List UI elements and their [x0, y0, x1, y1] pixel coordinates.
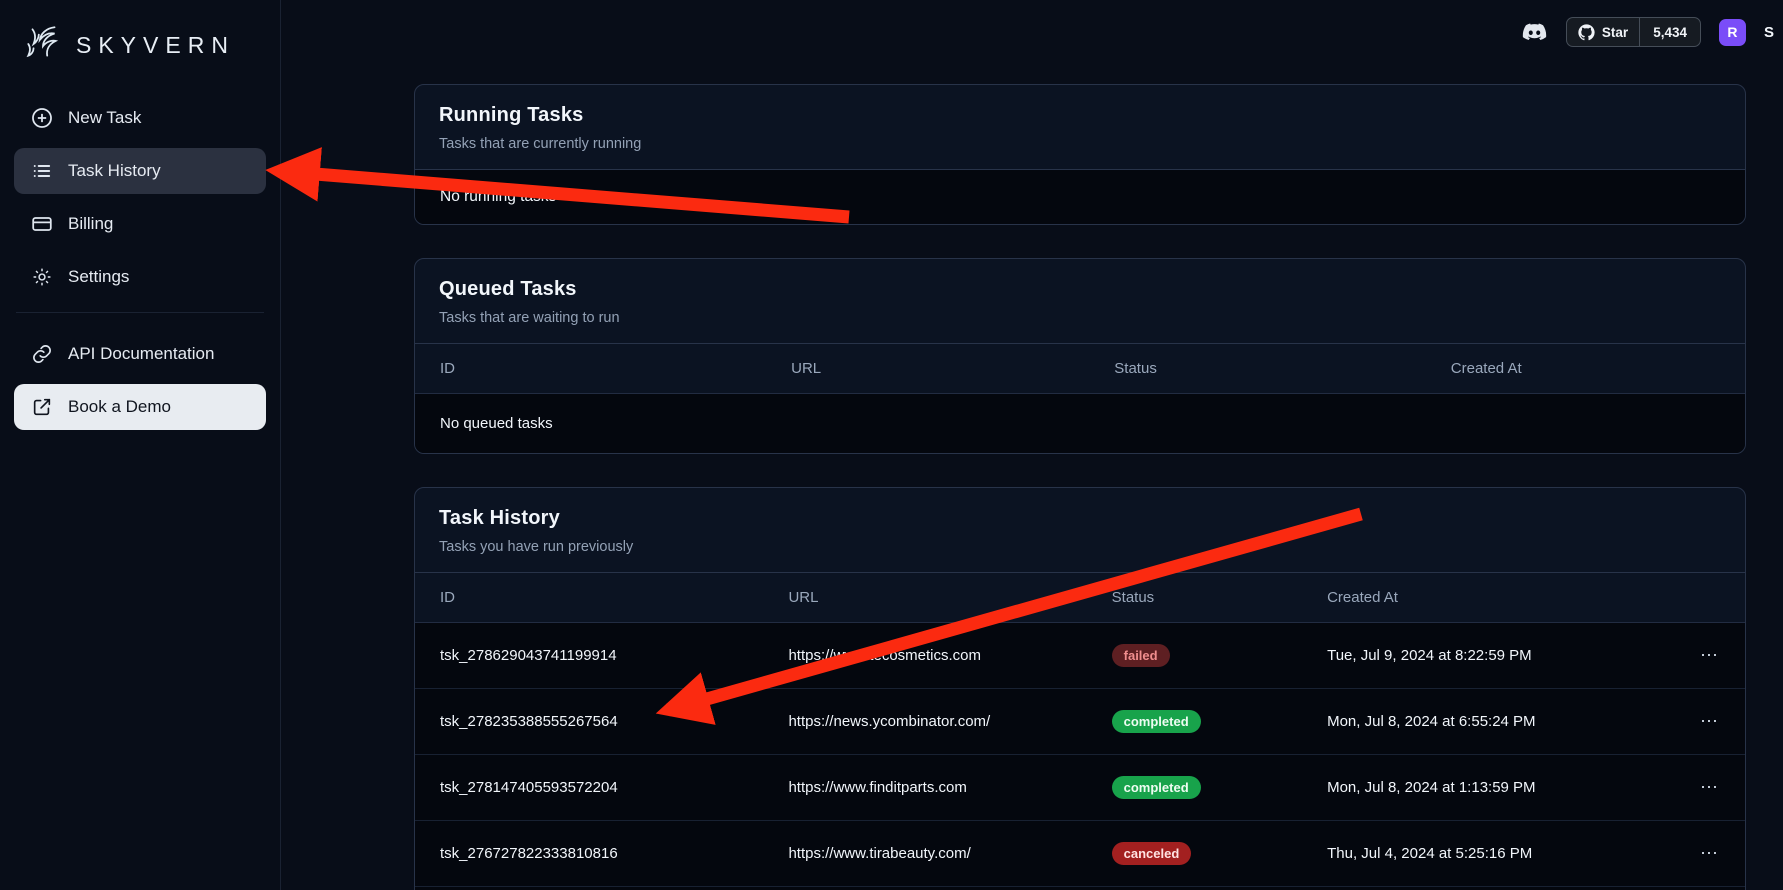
task-history-card: Task History Tasks you have run previous…	[414, 487, 1746, 890]
sidebar: SKYVERN New Task Task History Billing	[0, 0, 281, 890]
task-row[interactable]: tsk_278235388555267564 https://news.ycom…	[415, 689, 1745, 755]
task-row[interactable]: tsk_276727822333810816 https://www.tirab…	[415, 821, 1745, 887]
sidebar-item-book-a-demo[interactable]: Book a Demo	[14, 384, 266, 430]
task-history-header: Task History Tasks you have run previous…	[415, 488, 1745, 573]
sidebar-item-label: Task History	[68, 161, 161, 181]
queued-tasks-table: ID URL Status Created At No queued tasks	[415, 344, 1745, 453]
logo[interactable]: SKYVERN	[14, 16, 266, 95]
credit-card-icon	[31, 213, 53, 235]
logo-text: SKYVERN	[76, 32, 235, 59]
task-created-at: Tue, Jul 9, 2024 at 8:22:59 PM	[1302, 623, 1658, 689]
card-subtitle: Tasks that are waiting to run	[439, 310, 1721, 326]
user-name-partial: S	[1764, 24, 1774, 41]
queued-tasks-header: Queued Tasks Tasks that are waiting to r…	[415, 259, 1745, 344]
sidebar-item-label: Billing	[68, 214, 113, 234]
task-row[interactable]: tsk_278147405593572204 https://www.findi…	[415, 755, 1745, 821]
task-url: https://news.ycombinator.com/	[763, 689, 1086, 755]
queued-tasks-card: Queued Tasks Tasks that are waiting to r…	[414, 258, 1746, 454]
column-header-url: URL	[763, 573, 1086, 623]
row-actions-button[interactable]: ⋯	[1700, 711, 1720, 732]
running-tasks-header: Running Tasks Tasks that are currently r…	[415, 85, 1745, 170]
sidebar-divider	[16, 312, 264, 313]
sidebar-item-label: Book a Demo	[68, 397, 171, 417]
task-id: tsk_276727822333810816	[415, 821, 763, 887]
row-actions-button[interactable]: ⋯	[1700, 645, 1720, 666]
card-title: Queued Tasks	[439, 278, 1721, 301]
task-id: tsk_278235388555267564	[415, 689, 763, 755]
task-url: https://www.geico.com	[763, 887, 1086, 890]
task-id: tsk_274180139292204058	[415, 887, 763, 890]
sidebar-item-task-history[interactable]: Task History	[14, 148, 266, 194]
task-id: tsk_278147405593572204	[415, 755, 763, 821]
queued-tasks-empty-row: No queued tasks	[415, 394, 1745, 454]
queued-tasks-empty-message: No queued tasks	[415, 394, 1745, 454]
task-id: tsk_278629043741199914	[415, 623, 763, 689]
running-tasks-empty-message: No running tasks	[415, 170, 1745, 224]
column-header-actions	[1659, 573, 1745, 623]
status-badge: failed	[1112, 644, 1170, 667]
discord-icon[interactable]	[1521, 19, 1548, 46]
column-header-url: URL	[766, 344, 1089, 394]
sidebar-item-label: New Task	[68, 108, 141, 128]
row-actions-button[interactable]: ⋯	[1700, 843, 1720, 864]
app: SKYVERN New Task Task History Billing	[0, 0, 1783, 890]
card-title: Running Tasks	[439, 104, 1721, 127]
column-header-id: ID	[415, 573, 763, 623]
running-tasks-card: Running Tasks Tasks that are currently r…	[414, 84, 1746, 225]
card-subtitle: Tasks you have run previously	[439, 539, 1721, 555]
sidebar-item-billing[interactable]: Billing	[14, 201, 266, 247]
gear-icon	[31, 266, 53, 288]
github-icon	[1578, 24, 1595, 41]
task-url: https://www.finditparts.com	[763, 755, 1086, 821]
avatar[interactable]: R	[1719, 19, 1746, 46]
card-subtitle: Tasks that are currently running	[439, 136, 1721, 152]
status-badge: completed	[1112, 710, 1201, 733]
status-badge: canceled	[1112, 842, 1192, 865]
column-header-status: Status	[1089, 344, 1425, 394]
sidebar-item-label: Settings	[68, 267, 129, 287]
column-header-created-at: Created At	[1426, 344, 1745, 394]
task-history-table: ID URL Status Created At tsk_27862904374…	[415, 573, 1745, 890]
sidebar-item-new-task[interactable]: New Task	[14, 95, 266, 141]
topbar: Star 5,434 R S	[414, 0, 1774, 64]
link-icon	[31, 343, 53, 365]
column-header-status: Status	[1087, 573, 1302, 623]
external-link-icon	[31, 396, 53, 418]
status-badge: completed	[1112, 776, 1201, 799]
task-created-at: Thu, Jun 27, 2024 at 8:38:58 PM	[1302, 887, 1658, 890]
column-header-created-at: Created At	[1302, 573, 1658, 623]
column-header-id: ID	[415, 344, 766, 394]
sidebar-item-settings[interactable]: Settings	[14, 254, 266, 300]
task-created-at: Mon, Jul 8, 2024 at 6:55:24 PM	[1302, 689, 1658, 755]
github-star-button[interactable]: Star 5,434	[1566, 17, 1701, 47]
main-content: Star 5,434 R S Running Tasks Tasks that …	[281, 0, 1783, 890]
github-star-label: Star	[1602, 25, 1628, 40]
task-created-at: Thu, Jul 4, 2024 at 5:25:16 PM	[1302, 821, 1658, 887]
plus-circle-icon	[31, 107, 53, 129]
task-url: https://www.tecosmetics.com	[763, 623, 1086, 689]
card-title: Task History	[439, 507, 1721, 530]
task-row[interactable]: tsk_278629043741199914 https://www.tecos…	[415, 623, 1745, 689]
task-created-at: Mon, Jul 8, 2024 at 1:13:59 PM	[1302, 755, 1658, 821]
task-url: https://www.tirabeauty.com/	[763, 821, 1086, 887]
task-row[interactable]: tsk_274180139292204058 https://www.geico…	[415, 887, 1745, 890]
sidebar-item-label: API Documentation	[68, 344, 214, 364]
github-star-count: 5,434	[1640, 18, 1700, 46]
list-icon	[31, 160, 53, 182]
sidebar-nav: New Task Task History Billing Settings	[14, 95, 266, 430]
github-star-segment: Star	[1567, 18, 1640, 46]
skyvern-dragon-icon	[20, 22, 66, 69]
row-actions-button[interactable]: ⋯	[1700, 777, 1720, 798]
sidebar-item-api-documentation[interactable]: API Documentation	[14, 331, 266, 377]
